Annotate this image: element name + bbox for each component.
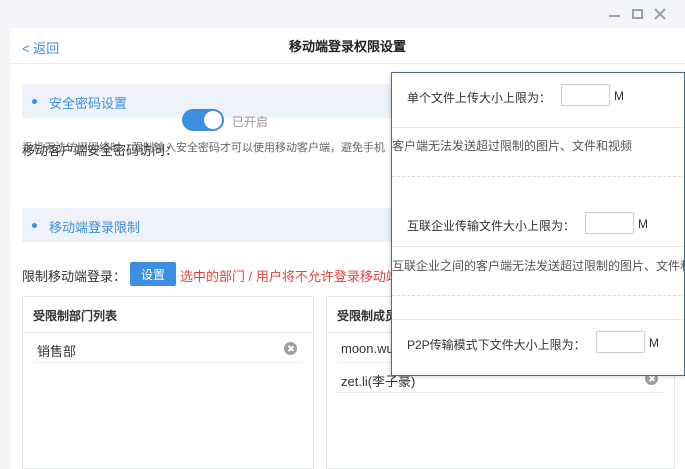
maximize-icon[interactable] [628, 5, 646, 23]
dept-name: 销售部 [37, 344, 77, 359]
remove-icon[interactable] [284, 342, 297, 355]
divider [392, 295, 684, 296]
title-bar [0, 0, 685, 28]
p2p-limit-label: P2P传输模式下文件大小上限为： [407, 338, 586, 352]
password-toggle[interactable] [182, 109, 224, 131]
toggle-status: 已开启 [232, 115, 269, 129]
restrict-login-label: 限制移动端登录： [22, 269, 127, 284]
p2p-limit-unit: M [649, 336, 659, 350]
interconnect-limit-input[interactable] [585, 212, 634, 234]
file-size-settings-panel: 单个文件上传大小上限为： M 客户端无法发送超过限制的图片、文件和视频 互联企业… [391, 72, 685, 376]
interconnect-limit-label: 互联企业传输文件大小上限为： [407, 219, 576, 233]
divider [392, 319, 684, 320]
section-bullet-icon [32, 99, 37, 104]
section-bullet-icon [32, 223, 37, 228]
upload-limit-label: 单个文件上传大小上限为： [407, 91, 552, 105]
p2p-limit-input[interactable] [596, 331, 645, 353]
page-header: < 返回 移动端登录权限设置 [10, 28, 685, 64]
page-title: 移动端登录权限设置 [288, 39, 406, 54]
dept-list-panel: 受限制部门列表 销售部 [22, 296, 314, 469]
minimize-icon[interactable] [605, 5, 623, 23]
section-title: 安全密码设置 [49, 96, 128, 111]
divider [392, 176, 684, 177]
upload-limit-unit: M [614, 89, 624, 103]
divider [392, 127, 684, 128]
password-hint: 手机无法访问网络时，强制输入安全密码才可以使用移动客户端，避免手机 [22, 142, 385, 154]
dept-list-header: 受限制部门列表 [23, 297, 313, 333]
divider [392, 246, 684, 247]
set-button[interactable]: 设置 [130, 262, 176, 286]
upload-limit-input[interactable] [561, 84, 610, 106]
close-icon[interactable] [651, 5, 669, 23]
app-window: < 返回 移动端登录权限设置 安全密码设置 移动客户端安全密码访问： 已开启 手… [0, 0, 685, 469]
list-item: 销售部 [33, 333, 303, 363]
section-title: 移动端登录限制 [49, 220, 141, 235]
upload-limit-desc: 客户端无法发送超过限制的图片、文件和视频 [392, 139, 633, 153]
interconnect-limit-desc: 互联企业之间的客户端无法发送超过限制的图片、文件和 [392, 259, 685, 273]
interconnect-limit-unit: M [638, 217, 648, 231]
toggle-knob [204, 111, 222, 129]
member-name: moon.wu [341, 341, 394, 356]
restriction-warning: 选中的部门 / 用户将不允许登录移动端 [180, 269, 399, 284]
